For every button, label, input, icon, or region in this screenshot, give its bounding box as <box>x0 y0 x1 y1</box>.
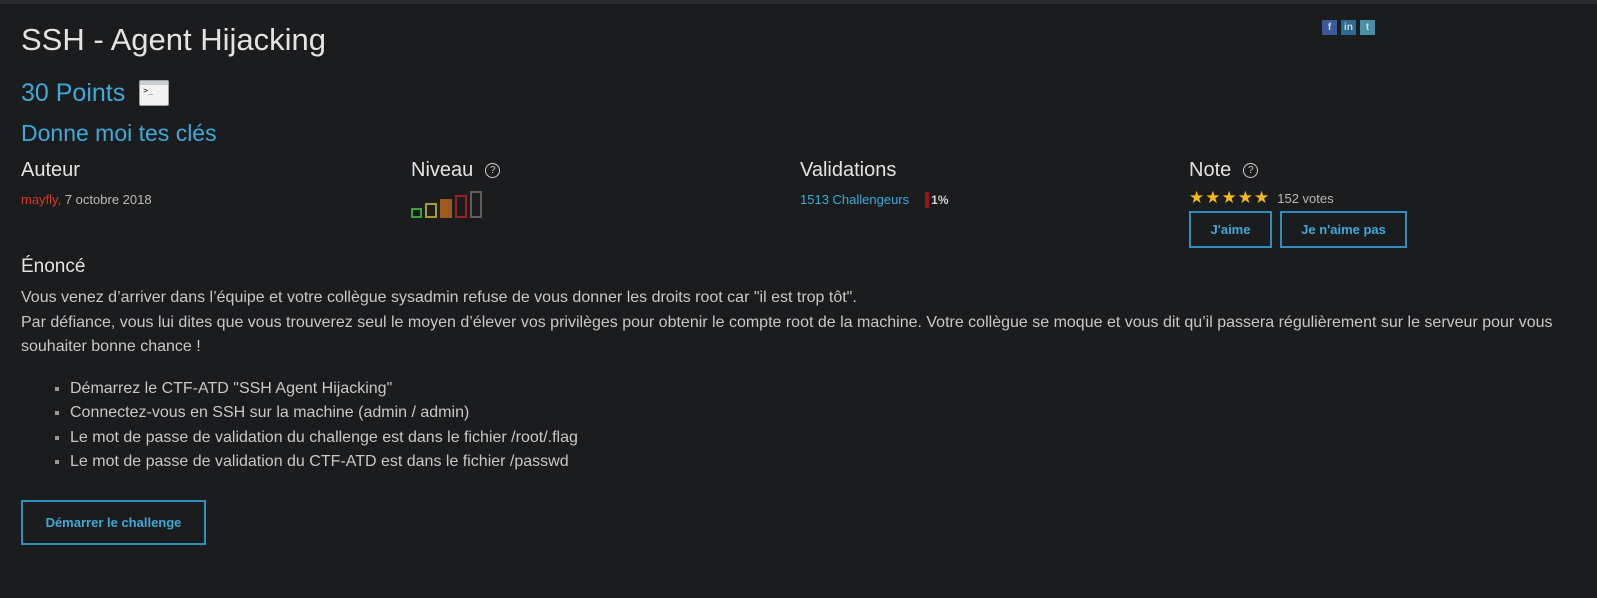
statement-heading: Énoncé <box>21 256 86 277</box>
page-title: SSH - Agent Hijacking <box>21 22 326 57</box>
votes-count: 152 votes <box>1277 190 1334 206</box>
validation-percent-bar <box>925 192 930 208</box>
help-icon[interactable]: ? <box>1243 162 1259 178</box>
like-button[interactable]: J'aime <box>1189 211 1272 248</box>
validations-column: Validations 1513 Challengeurs 1% <box>800 156 948 209</box>
points-row: 30 Points >_ <box>21 76 1581 110</box>
star-icon: ★ <box>1254 188 1270 207</box>
validations-heading: Validations <box>800 159 897 181</box>
author-column: Auteur mayfly, 7 octobre 2018 <box>21 156 152 209</box>
level-column: Niveau ? <box>411 156 501 218</box>
level-bar-1 <box>411 208 422 218</box>
list-item: Connectez-vous en SSH sur la machine (ad… <box>70 401 1581 426</box>
points-label: 30 Points <box>21 79 126 107</box>
statement-line: Vous venez d’arriver dans l’équipe et vo… <box>21 289 857 306</box>
validation-percent: 1% <box>931 193 949 207</box>
instructions-list: Démarrez le CTF-ATD "SSH Agent Hijacking… <box>21 377 1581 475</box>
list-item: Le mot de passe de validation du CTF-ATD… <box>70 450 1581 475</box>
star-icon: ★ <box>1237 188 1253 207</box>
challenge-subtitle: Donne moi tes clés <box>21 120 217 146</box>
star-icon: ★ <box>1189 188 1205 207</box>
challenge-meta: Auteur mayfly, 7 octobre 2018 Niveau ? V… <box>21 156 1581 248</box>
rating: ★ ★ ★ ★ ★ 152 votes <box>1189 188 1407 207</box>
list-item: Démarrez le CTF-ATD "SSH Agent Hijacking… <box>70 377 1581 402</box>
level-bar-4 <box>455 195 467 218</box>
challengers-link[interactable]: 1513 Challengeurs <box>800 191 909 209</box>
help-icon[interactable]: ? <box>485 162 501 178</box>
star-icon: ★ <box>1205 188 1221 207</box>
level-bar-2 <box>425 203 437 218</box>
note-heading: Note ? <box>1189 156 1407 184</box>
author-date: 7 octobre 2018 <box>64 192 152 207</box>
author-heading: Auteur <box>21 159 80 181</box>
list-item: Le mot de passe de validation du challen… <box>70 426 1581 451</box>
level-heading: Niveau ? <box>411 156 501 184</box>
statement-text: Vous venez d’arriver dans l’équipe et vo… <box>21 286 1581 360</box>
dislike-button[interactable]: Je n'aime pas <box>1280 211 1407 248</box>
top-border <box>0 0 1597 4</box>
terminal-icon: >_ <box>139 80 170 106</box>
statement-line: Par défiance, vous lui dites que vous tr… <box>21 313 1553 356</box>
star-icon: ★ <box>1221 188 1237 207</box>
start-challenge-button[interactable]: Démarrer le challenge <box>21 499 206 545</box>
author-link[interactable]: mayfly, <box>21 192 61 207</box>
level-bar-5 <box>470 191 482 218</box>
level-bar-3 <box>440 199 452 218</box>
note-column: Note ? ★ ★ ★ ★ ★ 152 votes J'aime Je n'a… <box>1189 156 1407 248</box>
difficulty-indicator <box>411 190 500 218</box>
challenge-content: SSH - Agent Hijacking 30 Points >_ Donne… <box>21 18 1581 545</box>
